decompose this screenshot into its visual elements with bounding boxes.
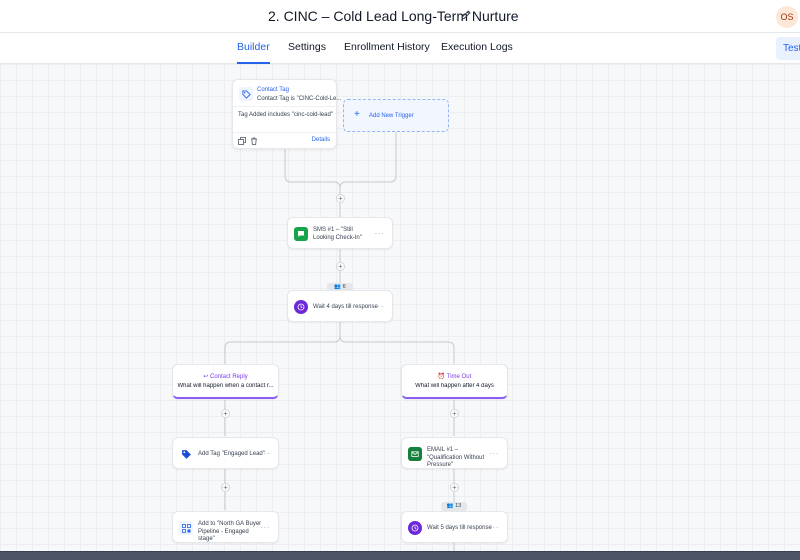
more-options-icon[interactable]: ··· [261, 523, 271, 532]
trigger-card-contact-tag[interactable]: Contact Tag Contact Tag is "CINC-Cold-Le… [232, 79, 341, 149]
alarm-clock-icon: ⏰ [437, 374, 447, 380]
add-new-trigger-button[interactable]: + Add New Trigger [343, 99, 449, 132]
add-trigger-label: Add New Trigger [369, 113, 414, 119]
action-wait-1[interactable]: Wait 4 days till response ··· [287, 290, 393, 322]
users-icon: 👥 [446, 503, 454, 509]
email-icon [408, 447, 422, 461]
tab-builder[interactable]: Builder [237, 41, 270, 64]
tab-enrollment-history[interactable]: Enrollment History [344, 41, 430, 53]
more-options-icon[interactable]: ··· [375, 229, 385, 238]
workflow-canvas[interactable]: + + + + + + 👥 6 👥 13 [0, 64, 800, 551]
more-options-icon[interactable]: ··· [490, 523, 500, 532]
add-step-button[interactable]: + [221, 483, 230, 492]
branch-contact-reply[interactable]: ↩ Contact Reply What will happen when a … [172, 364, 279, 399]
add-step-button[interactable]: + [336, 262, 345, 271]
pencil-edit-icon[interactable] [460, 9, 472, 21]
add-step-button[interactable]: + [450, 483, 459, 492]
trigger-condition: Tag Added includes "cinc-cold-lead" [238, 112, 333, 118]
action-add-tag[interactable]: Add Tag "Engaged Lead" ··· [172, 437, 279, 469]
action-email-1[interactable]: EMAIL #1 – "Qualification Without Pressu… [401, 437, 508, 469]
tab-bar: Builder Settings Enrollment History Exec… [0, 33, 800, 64]
clock-icon [408, 521, 422, 535]
action-wait-2[interactable]: Wait 5 days till response ··· [401, 511, 508, 543]
action-sms-1[interactable]: SMS #1 – "Still Looking Check-In" ··· [287, 217, 393, 249]
tag-icon [179, 447, 193, 461]
more-options-icon[interactable]: ··· [490, 449, 500, 458]
trigger-subtitle: Contact Tag is "CINC-Cold-Le... [257, 96, 342, 102]
connector-lines [224, 132, 455, 551]
bottom-bar [0, 551, 800, 560]
divider [233, 132, 336, 133]
plus-icon: + [354, 109, 360, 120]
tab-execution-logs[interactable]: Execution Logs [441, 41, 513, 53]
tab-settings[interactable]: Settings [288, 41, 326, 53]
contact-count-badge[interactable]: 👥 13 [441, 502, 467, 511]
sms-icon [294, 227, 308, 241]
branch-time-out[interactable]: ⏰ Time Out What will happen after 4 days [401, 364, 508, 399]
tag-icon [239, 87, 253, 101]
clock-icon [294, 300, 308, 314]
divider [233, 106, 336, 107]
reply-arrow-icon: ↩ [203, 374, 210, 380]
pipeline-icon [179, 521, 193, 535]
user-avatar[interactable]: OS [776, 6, 798, 28]
workflow-title: 2. CINC – Cold Lead Long-Term Nurture [268, 8, 519, 24]
trigger-title: Contact Tag [257, 87, 289, 93]
action-add-to-pipeline[interactable]: Add to "North GA Buyer Pipeline - Engage… [172, 511, 279, 543]
test-button[interactable]: Test [776, 37, 800, 60]
copy-icon[interactable] [238, 137, 246, 145]
add-step-button[interactable]: + [336, 194, 345, 203]
more-options-icon[interactable]: ··· [261, 449, 271, 458]
more-options-icon[interactable]: ··· [375, 302, 385, 311]
details-link[interactable]: Details [312, 137, 330, 143]
trash-icon[interactable] [250, 137, 258, 145]
add-step-button[interactable]: + [221, 409, 230, 418]
header: 2. CINC – Cold Lead Long-Term Nurture OS [0, 0, 800, 33]
add-step-button[interactable]: + [450, 409, 459, 418]
